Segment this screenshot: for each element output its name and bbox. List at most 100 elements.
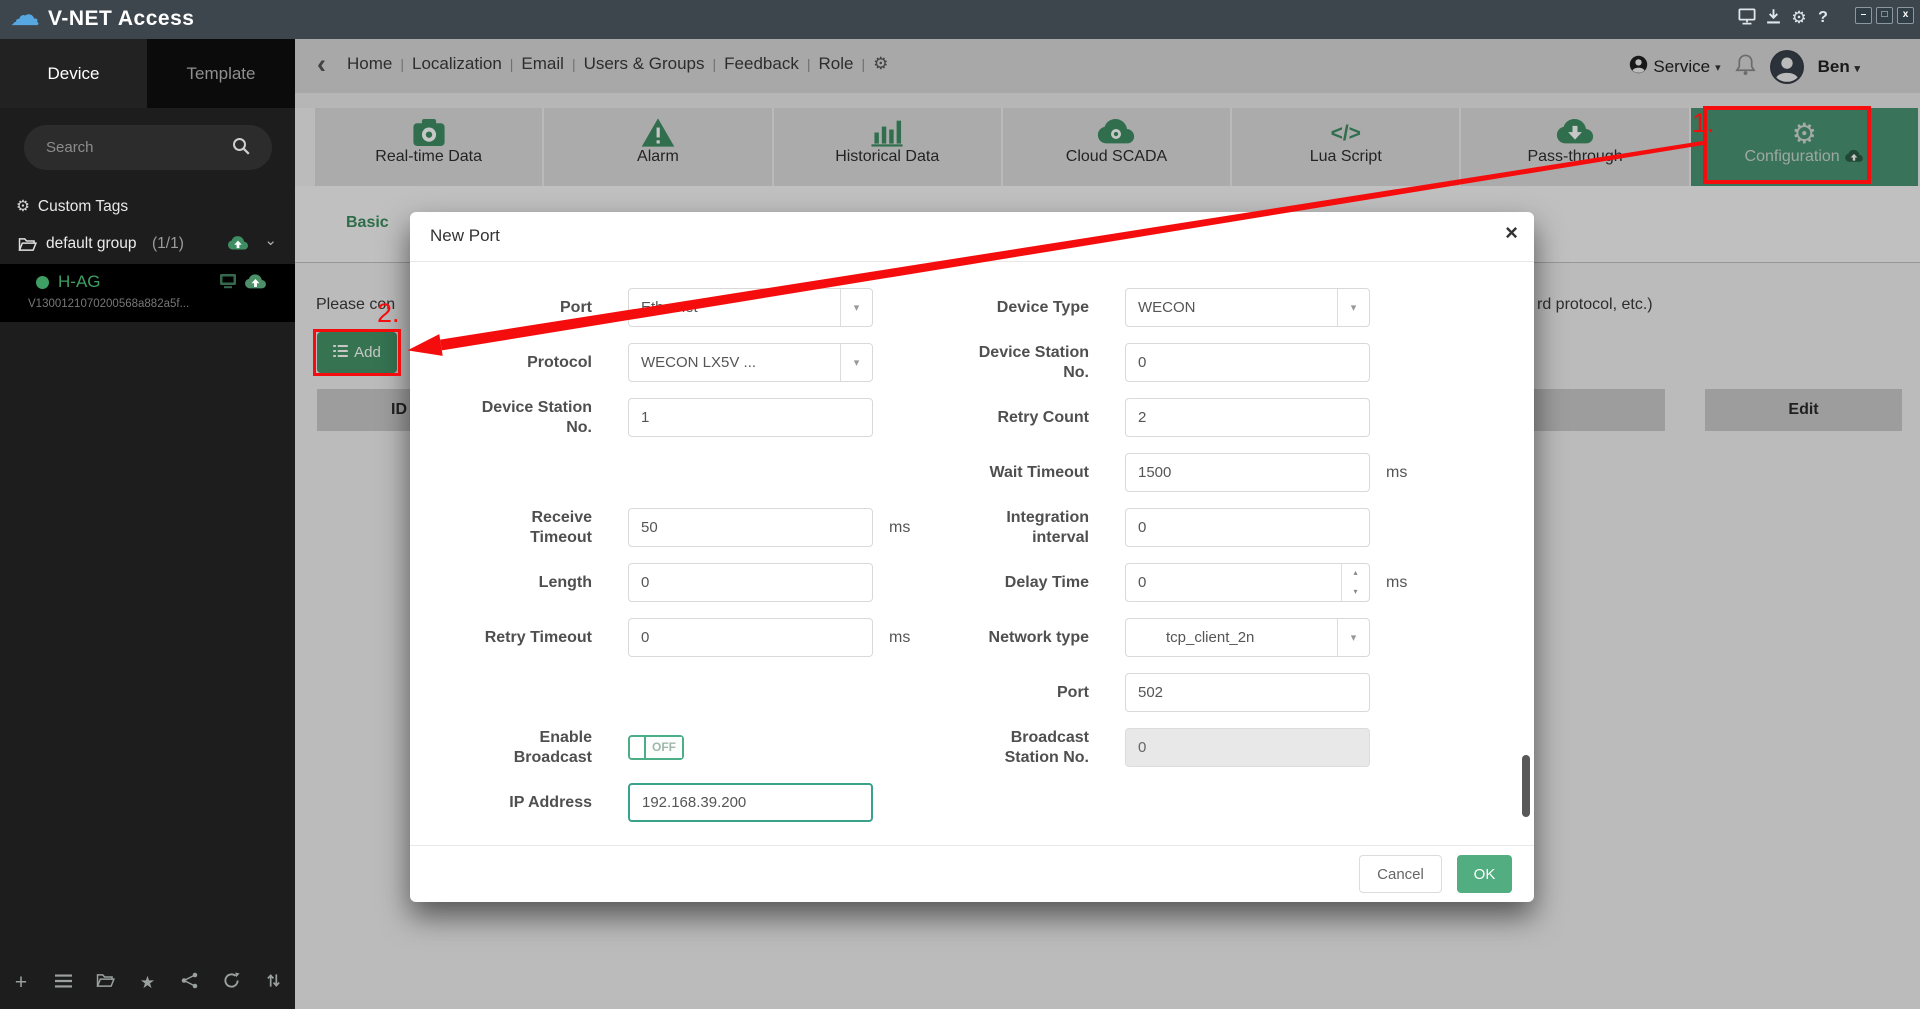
window-maximize-button[interactable]: □ [1876, 7, 1893, 24]
field-label-retry-timeout: Retry Timeout [484, 628, 592, 646]
device-type-select-value: WECON [1138, 299, 1196, 316]
folder-open-icon [18, 237, 37, 257]
field-label-port-number: Port [1057, 683, 1089, 701]
modal-scrollbar-thumb[interactable] [1522, 755, 1530, 817]
device-station-no-input[interactable] [628, 398, 873, 437]
window-minimize-button[interactable]: – [1855, 7, 1872, 24]
app-title: V-NET Access [48, 7, 195, 30]
field-label-length: Length [538, 573, 592, 591]
receive-timeout-input[interactable] [628, 508, 873, 547]
settings-gear-icon[interactable]: ⚙ [1788, 8, 1810, 28]
ip-address-input[interactable] [628, 783, 873, 822]
form-row: IP Address [410, 783, 1534, 822]
delay-time-input[interactable] [1125, 563, 1370, 602]
device-code: V1300121070200568a882a5f... [28, 298, 190, 310]
sidebar: Device Template ⚙ Custom Tags default gro… [0, 39, 295, 1009]
star-icon[interactable]: ★ [135, 973, 159, 993]
retry-timeout-input[interactable] [628, 618, 873, 657]
form-row: Device Station No. Retry Count [410, 398, 1534, 437]
number-stepper[interactable]: ▴ ▾ [1341, 564, 1369, 601]
form-row: Wait Timeout ms [410, 453, 1534, 492]
toggle-knob [630, 737, 646, 758]
modal-footer: Cancel OK [410, 845, 1534, 902]
protocol-select-value: WECON LX5V ... [641, 354, 757, 371]
window-close-button[interactable]: x [1897, 7, 1914, 24]
port-select[interactable]: Ethernet ▾ [628, 288, 873, 327]
gear-icon: ⚙ [16, 198, 30, 215]
device-type-select[interactable]: WECON ▾ [1125, 288, 1370, 327]
field-label-port: Port [560, 298, 592, 316]
add-plus-icon[interactable]: + [9, 972, 33, 993]
unit-ms: ms [1386, 573, 1408, 591]
device-name: H-AG [58, 272, 101, 291]
port-number-input[interactable] [1125, 673, 1370, 712]
protocol-select[interactable]: WECON LX5V ... ▾ [628, 343, 873, 382]
device-station-no-input[interactable] [1125, 343, 1370, 382]
broadcast-station-no-input [1125, 728, 1370, 767]
field-label-device-station-no: Device Station No. [978, 344, 1089, 381]
field-label-ip-address: IP Address [509, 793, 592, 811]
share-icon[interactable] [178, 972, 202, 994]
integration-interval-input[interactable] [1125, 508, 1370, 547]
new-port-modal: New Port × Port Ethernet ▾ Device Type WE… [410, 212, 1534, 902]
swap-vertical-icon[interactable] [262, 972, 286, 994]
search-icon[interactable] [232, 137, 250, 160]
window-titlebar: ☁ V-NET Access ⚙ ? – □ x [0, 0, 1920, 39]
retry-count-input[interactable] [1125, 398, 1370, 437]
unit-ms: ms [889, 628, 911, 646]
form-row: Retry Timeout ms Network type tcp_client… [410, 618, 1534, 657]
unit-ms: ms [1386, 463, 1408, 481]
form-row: Length Delay Time ▴ ▾ ms [410, 563, 1534, 602]
ok-button[interactable]: OK [1457, 855, 1512, 893]
caret-down-icon: ▾ [1337, 619, 1369, 656]
form-row: Port [410, 673, 1534, 712]
download-icon[interactable] [1762, 8, 1784, 28]
help-icon[interactable]: ? [1812, 8, 1834, 28]
chevron-down-icon[interactable]: ⌄ [264, 231, 277, 249]
sidebar-group-default[interactable]: default group (1/1) ⌄ [0, 227, 295, 264]
search-input[interactable] [46, 135, 216, 159]
close-icon[interactable]: × [1505, 222, 1518, 244]
network-type-select[interactable]: tcp_client_2n ▾ [1125, 618, 1370, 657]
port-select-value: Ethernet [641, 299, 698, 316]
field-label-enable-broadcast: Enable Broadcast [513, 729, 592, 766]
toggle-state-label: OFF [646, 737, 682, 758]
device-status-dot [36, 276, 49, 289]
field-label-integration-interval: Integration interval [1006, 509, 1089, 546]
form-row: Protocol WECON LX5V ... ▾ Device Station … [410, 343, 1534, 382]
list-icon[interactable] [51, 974, 75, 993]
group-count: (1/1) [152, 235, 184, 252]
sidebar-device-item[interactable]: H-AG V1300121070200568a882a5f... [0, 264, 295, 322]
enable-broadcast-toggle[interactable]: OFF [628, 735, 684, 760]
stepper-up-icon[interactable]: ▴ [1342, 564, 1369, 583]
field-label-receive-timeout: Receive Timeout [530, 509, 592, 546]
cancel-button[interactable]: Cancel [1359, 855, 1442, 893]
modal-body: Port Ethernet ▾ Device Type WECON ▾ Protoc… [410, 262, 1534, 845]
wait-timeout-input[interactable] [1125, 453, 1370, 492]
custom-tags-label: Custom Tags [37, 198, 129, 215]
field-label-device-station-no: Device Station No. [481, 399, 592, 436]
form-row: Receive Timeout ms Integration interval [410, 508, 1534, 547]
hmi-device-icon[interactable] [219, 273, 237, 294]
cloud-upload-icon[interactable] [244, 273, 267, 295]
length-input[interactable] [628, 563, 873, 602]
field-label-device-type: Device Type [996, 298, 1089, 316]
cloud-upload-icon[interactable] [227, 235, 249, 256]
form-row: Port Ethernet ▾ Device Type WECON ▾ [410, 288, 1534, 327]
display-icon[interactable] [1736, 8, 1758, 28]
field-label-retry-count: Retry Count [997, 408, 1089, 426]
modal-title: New Port [430, 226, 500, 245]
sidebar-tab-device[interactable]: Device [0, 39, 147, 108]
sidebar-bottom-toolbar: + ★ [0, 969, 295, 997]
sidebar-item-custom-tags[interactable]: ⚙ Custom Tags [16, 197, 128, 216]
field-label-network-type: Network type [988, 628, 1089, 646]
modal-header: New Port × [410, 212, 1534, 262]
folder-open-icon[interactable] [93, 973, 117, 993]
app-logo-cloud-icon: ☁ [10, 0, 40, 32]
stepper-down-icon[interactable]: ▾ [1342, 583, 1369, 602]
field-label-broadcast-station-no: Broadcast Station No. [1004, 729, 1089, 766]
refresh-icon[interactable] [220, 972, 244, 994]
sidebar-tab-template[interactable]: Template [147, 39, 295, 108]
field-label-wait-timeout: Wait Timeout [989, 463, 1089, 481]
caret-down-icon: ▾ [1337, 289, 1369, 326]
